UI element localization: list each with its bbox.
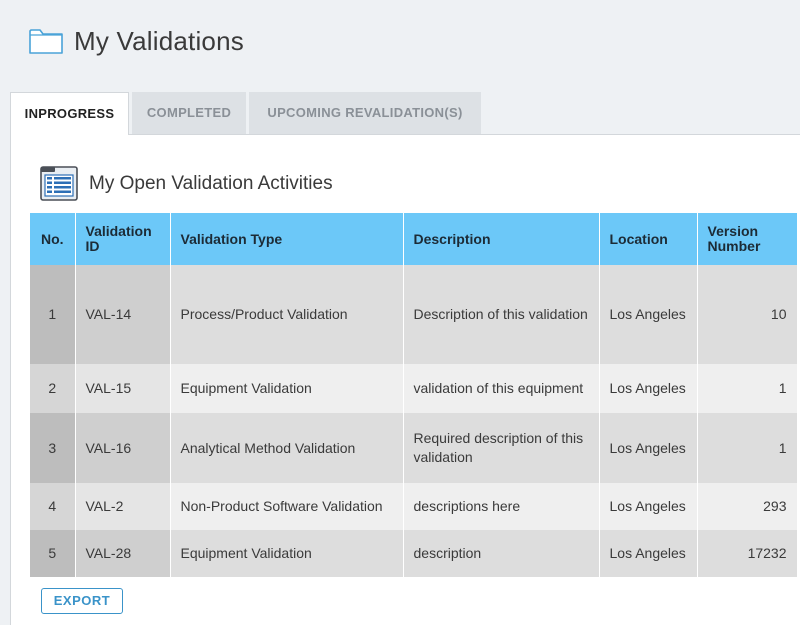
validation-type: Equipment Validation <box>170 364 404 413</box>
column-header-no[interactable]: No. <box>30 213 76 265</box>
validation-type: Analytical Method Validation <box>170 413 404 483</box>
tab-completed[interactable]: COMPLETED <box>132 92 246 134</box>
description: validation of this equipment <box>403 364 600 413</box>
validation-type: Process/Product Validation <box>170 265 404 364</box>
location: Los Angeles <box>599 413 698 483</box>
export-button[interactable]: EXPORT <box>41 588 123 614</box>
tab-upcoming-revalidations[interactable]: UPCOMING REVALIDATION(S) <box>249 92 481 134</box>
row-number: 4 <box>30 483 76 530</box>
validation-id[interactable]: VAL-14 <box>75 265 171 364</box>
column-header-validation-type[interactable]: Validation Type <box>170 213 404 265</box>
table-row[interactable]: 5 VAL-28 Equipment Validation descriptio… <box>30 530 798 577</box>
table-row[interactable]: 2 VAL-15 Equipment Validation validation… <box>30 364 798 413</box>
validation-type: Non-Product Software Validation <box>170 483 404 530</box>
validation-id[interactable]: VAL-15 <box>75 364 171 413</box>
column-header-description[interactable]: Description <box>403 213 600 265</box>
table-row[interactable]: 3 VAL-16 Analytical Method Validation Re… <box>30 413 798 483</box>
folder-icon <box>29 29 63 54</box>
section-title: My Open Validation Activities <box>89 173 333 194</box>
location: Los Angeles <box>599 483 698 530</box>
validation-id[interactable]: VAL-2 <box>75 483 171 530</box>
description: description <box>403 530 600 577</box>
table-row[interactable]: 4 VAL-2 Non-Product Software Validation … <box>30 483 798 530</box>
version-number: 1 <box>697 364 798 413</box>
validations-table: No. Validation ID Validation Type Descri… <box>30 213 798 577</box>
version-number: 293 <box>697 483 798 530</box>
row-number: 2 <box>30 364 76 413</box>
version-number: 10 <box>697 265 798 364</box>
location: Los Angeles <box>599 265 698 364</box>
page-title: My Validations <box>74 26 244 56</box>
column-header-version-number[interactable]: Version Number <box>697 213 798 265</box>
table-row[interactable]: 1 VAL-14 Process/Product Validation Desc… <box>30 265 798 364</box>
location: Los Angeles <box>599 364 698 413</box>
tab-inprogress[interactable]: INPROGRESS <box>10 92 129 135</box>
row-number: 1 <box>30 265 76 364</box>
table-header-row: No. Validation ID Validation Type Descri… <box>30 213 798 265</box>
version-number: 17232 <box>697 530 798 577</box>
validation-id[interactable]: VAL-16 <box>75 413 171 483</box>
row-number: 3 <box>30 413 76 483</box>
version-number: 1 <box>697 413 798 483</box>
description: Description of this validation <box>403 265 600 364</box>
description: descriptions here <box>403 483 600 530</box>
column-header-location[interactable]: Location <box>599 213 698 265</box>
location: Los Angeles <box>599 530 698 577</box>
column-header-validation-id[interactable]: Validation ID <box>75 213 171 265</box>
page-header: My Validations <box>0 0 800 90</box>
description: Required description of this validation <box>403 413 600 483</box>
row-number: 5 <box>30 530 76 577</box>
validation-type: Equipment Validation <box>170 530 404 577</box>
table-icon <box>40 166 78 201</box>
validation-id[interactable]: VAL-28 <box>75 530 171 577</box>
